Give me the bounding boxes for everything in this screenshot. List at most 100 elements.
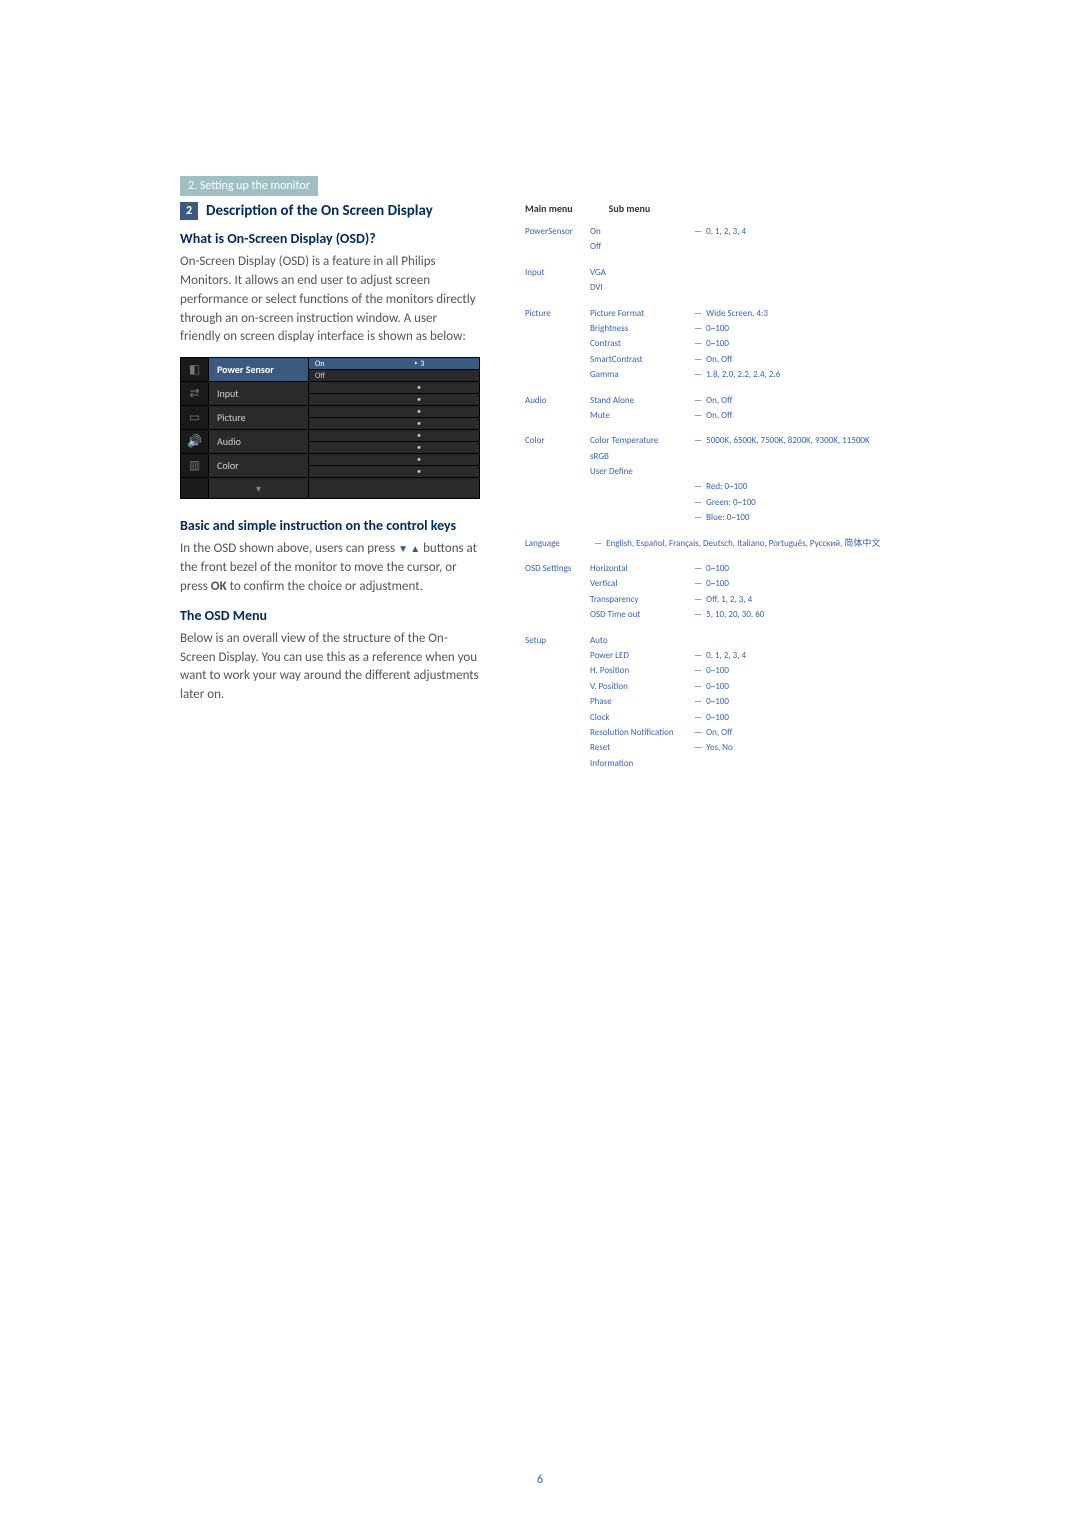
tree-main-item: OSD SettingsHorizontal—0~100Vertical—0~1… [525,562,1010,624]
tree-sub-label: Horizontal [590,562,690,576]
tree-main-label: Input [525,266,590,297]
section-title-text: Description of the On Screen Display [206,202,433,220]
tree-main-label: Audio [525,394,590,425]
tree-sub-values: Yes, No [706,741,733,755]
tree-main-item: PicturePicture Format—Wide Screen, 4:3Br… [525,307,1010,384]
osd-row-label: Audio [209,430,309,453]
osd-row-mid: OnOff [309,358,359,381]
tree-sub-row: SmartContrast—On, Off [590,353,1010,367]
tree-sub-row: Auto [590,634,1010,648]
tree-sub-row: Resolution Notification—On, Off [590,726,1010,740]
tree-sub-values: On, Off [706,409,732,423]
tree-sub-label: sRGB [590,450,690,464]
osd-row: ◧Power SensorOnOff‣ 3 [181,358,479,382]
osd-row-mid [309,406,359,429]
tree-sub-row: Power LED—0, 1, 2, 3, 4 [590,649,1010,663]
page-number: 6 [537,1473,543,1487]
tree-sub-values: 0~100 [706,322,729,336]
osd-row-right: ‣ 3 [359,358,479,381]
tree-main-item: SetupAutoPower LED—0, 1, 2, 3, 4H. Posit… [525,634,1010,773]
osd-row: ▭Picture•• [181,406,479,430]
tree-sub-row: Horizontal—0~100 [590,562,1010,576]
osd-row-icon: ◧ [181,358,209,381]
osd-row-mid [309,382,359,405]
tree-sub-label: SmartContrast [590,353,690,367]
tree-sub-values: On, Off [706,726,732,740]
tree-sub-row: Clock—0~100 [590,711,1010,725]
tree-sub-label: On [590,225,690,239]
tree-sub-row: On—0, 1, 2, 3, 4 [590,225,1010,239]
osd-row-label: Power Sensor [209,358,309,381]
tree-sub-row: Picture Format—Wide Screen, 4:3 [590,307,1010,321]
tree-sub-label: Auto [590,634,690,648]
tree-main-label: OSD Settings [525,562,590,624]
tree-sub-label: Transparency [590,593,690,607]
tree-sub-label: Power LED [590,649,690,663]
tree-sub-row: Color Temperature—5000K, 6500K, 7500K, 8… [590,434,1010,448]
osd-arrow-row: ▾ [181,478,479,498]
breadcrumb: 2. Setting up the monitor [180,176,318,196]
tree-sub-label: Phase [590,695,690,709]
tree-sub-row: DVI [590,281,1010,295]
tree-subs: On—0, 1, 2, 3, 4Off [590,225,1010,256]
heading-basic-instruction: Basic and simple instruction on the cont… [180,517,480,534]
tree-sub-label: VGA [590,266,690,280]
osd-row-icon: 🔊 [181,430,209,453]
tree-sub-values: 5000K, 6500K, 7500K, 8200K, 9300K, 11500… [706,434,870,448]
tree-main-label: Color [525,434,590,526]
tree-sub-values: 0~100 [706,577,729,591]
tree-sub-label: Gamma [590,368,690,382]
ok-text: OK [211,579,227,594]
tree-main-label: Language [525,537,590,552]
osd-row-right: •• [359,430,479,453]
tree-sub-row: Vertical—0~100 [590,577,1010,591]
tree-sub-label: Picture Format [590,307,690,321]
tree-sub-row: User Define [590,465,1010,479]
tree-sub-row: Gamma—1.8, 2.0, 2.2, 2.4, 2.6 [590,368,1010,382]
osd-row: ⇄Input•• [181,382,479,406]
tree-sub-values: 0, 1, 2, 3, 4 [706,649,746,663]
tree-sub-row: Stand Alone—On, Off [590,394,1010,408]
tree-sub-label: Color Temperature [590,434,690,448]
tree-subs: VGADVI [590,266,1010,297]
tree-sub-label: Reset [590,741,690,755]
tree-main-item: AudioStand Alone—On, OffMute—On, Off [525,394,1010,425]
tree-subs: Stand Alone—On, OffMute—On, Off [590,394,1010,425]
tree-sub-row: Information [590,757,1010,771]
tree-sub2-row: —Blue: 0~100 [590,511,1010,525]
tree-sub-label: V. Position [590,680,690,694]
tree-sub-row: V. Position—0~100 [590,680,1010,694]
tree-sub-label: OSD Time out [590,608,690,622]
osd-row-mid [309,430,359,453]
tree-main-item: InputVGADVI [525,266,1010,297]
tree-sub-values: 0, 1, 2, 3, 4 [706,225,746,239]
tree-sub-row: Contrast—0~100 [590,337,1010,351]
tree-sub-row: sRGB [590,450,1010,464]
tree-sub-values: Wide Screen, 4:3 [706,307,768,321]
tree-main-item: ColorColor Temperature—5000K, 6500K, 750… [525,434,1010,526]
tree-sub-values: On, Off [706,353,732,367]
osd-row-right: •• [359,382,479,405]
tree-sub-values: 0~100 [706,664,729,678]
tree-subs: Horizontal—0~100Vertical—0~100 Transparen… [590,562,1010,624]
tree-subs: AutoPower LED—0, 1, 2, 3, 4H. Position—0… [590,634,1010,773]
tree-main-label: Picture [525,307,590,384]
osd-row: ▥Color•• [181,454,479,478]
heading-main-menu: Main menu [525,202,573,215]
tree-sub-row: Reset—Yes, No [590,741,1010,755]
tree-sub-label: Off [590,240,690,254]
tree-subs: —English, Español, Français, Deutsch, It… [590,537,1010,552]
tree-sub-values: 0~100 [706,562,729,576]
tree-sub2-row: —Green: 0~100 [590,496,1010,510]
tree-sub-row: VGA [590,266,1010,280]
tree-sub-values: 5, 10, 20, 30, 60 [706,608,764,622]
tree-main-label: Setup [525,634,590,773]
tree-main-item: PowerSensorOn—0, 1, 2, 3, 4Off [525,225,1010,256]
tree-sub-values: 0~100 [706,695,729,709]
tree-sub-row: H. Position—0~100 [590,664,1010,678]
tree-sub-values: 0~100 [706,711,729,725]
tree-sub-label: Vertical [590,577,690,591]
tree-sub-label: Stand Alone [590,394,690,408]
tree-subs: Picture Format—Wide Screen, 4:3Brightnes… [590,307,1010,384]
tree-sub-label: Contrast [590,337,690,351]
